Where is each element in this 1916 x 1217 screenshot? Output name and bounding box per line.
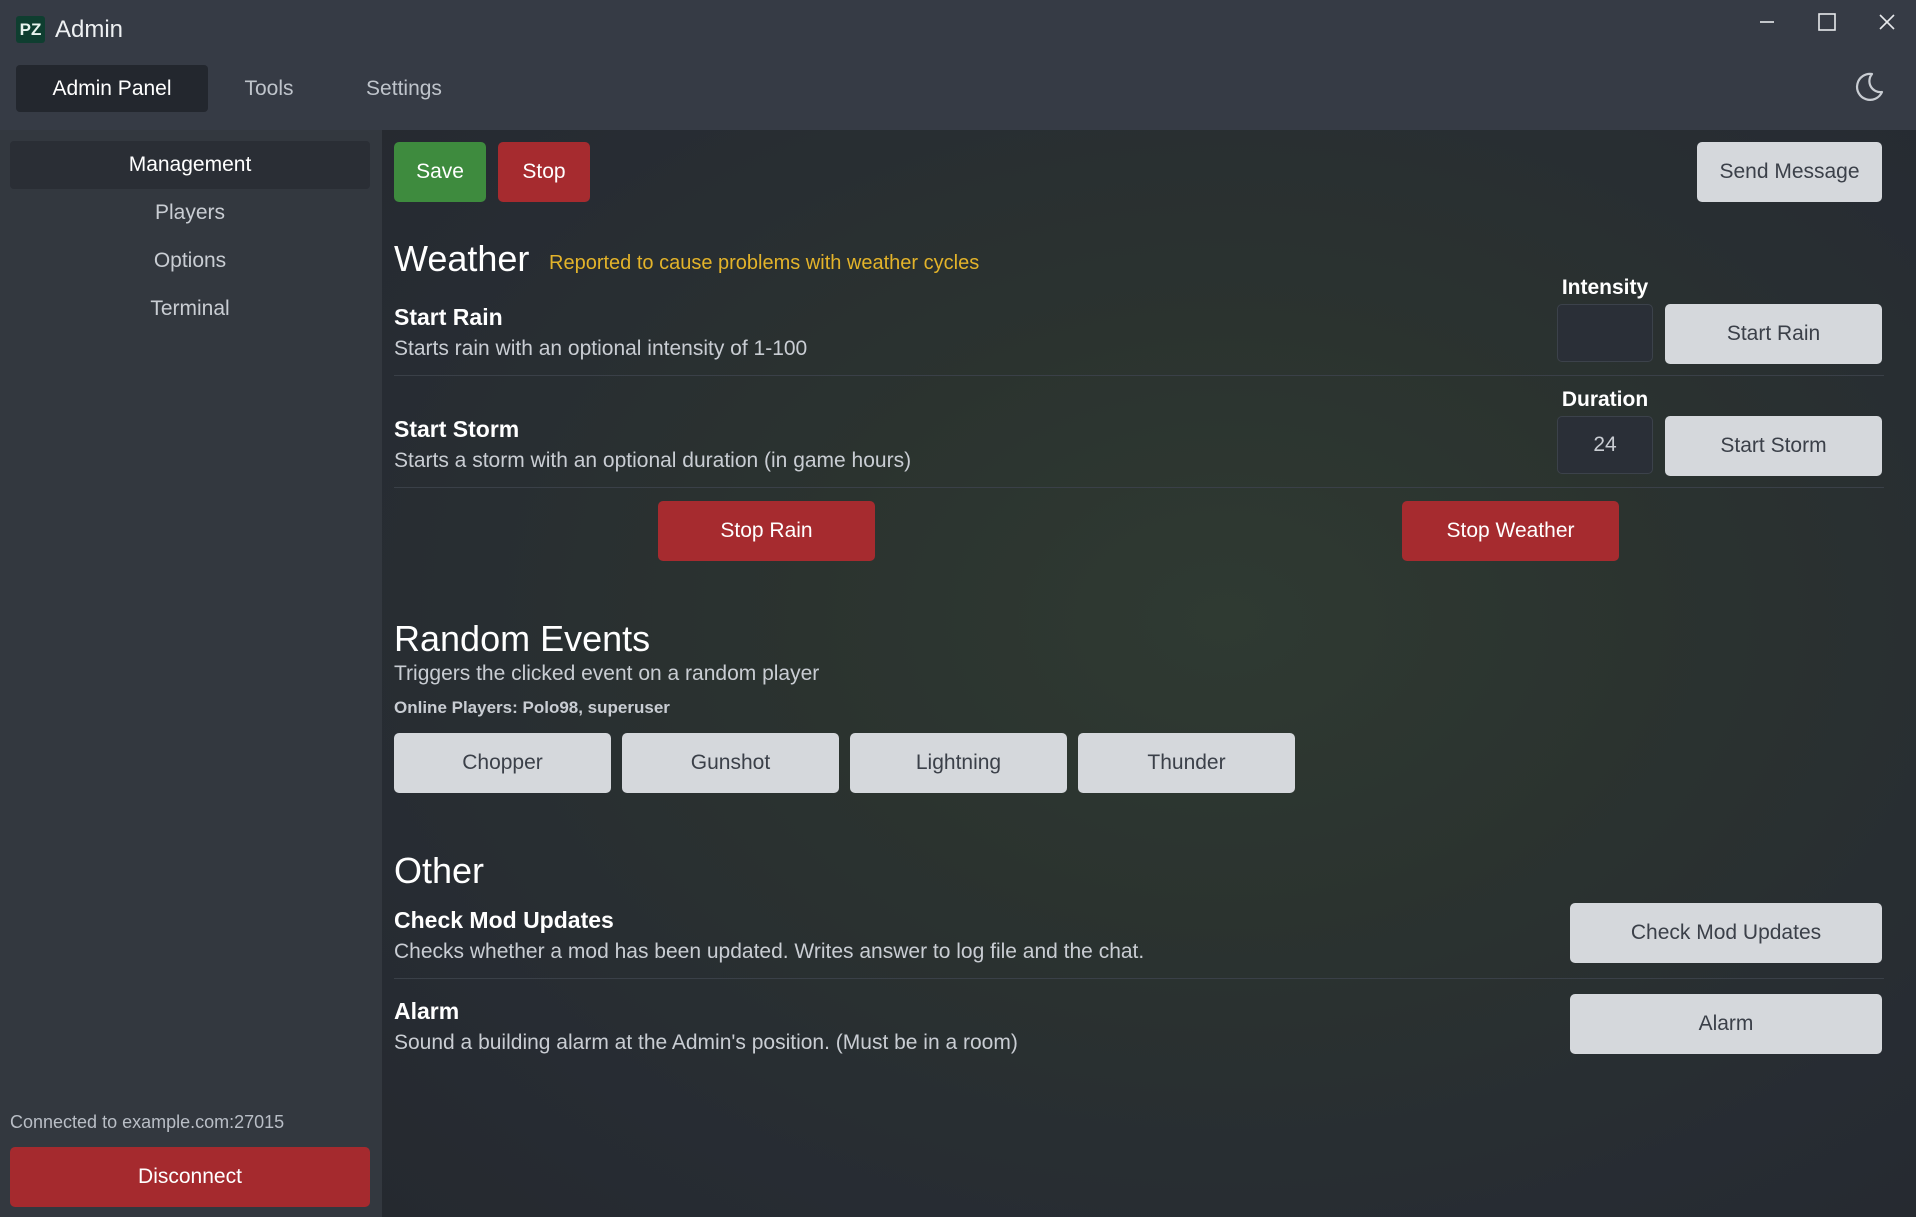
weather-warning: Reported to cause problems with weather … [549, 252, 980, 274]
intensity-label: Intensity [1561, 276, 1649, 299]
moon-icon [1855, 72, 1884, 101]
theme-toggle-button[interactable] [1852, 70, 1888, 106]
app-logo: PZ [16, 16, 45, 43]
online-players: Online Players: Polo98, superuser [394, 698, 670, 717]
tab-settings[interactable]: Settings [345, 65, 463, 112]
disconnect-button[interactable]: Disconnect [10, 1147, 370, 1207]
other-section-title: Other [394, 850, 485, 891]
start-rain-description: Starts rain with an optional intensity o… [394, 337, 808, 360]
divider [394, 375, 1884, 376]
stop-rain-button[interactable]: Stop Rain [658, 501, 875, 561]
random-events-description: Triggers the clicked event on a random p… [394, 662, 820, 685]
intensity-input[interactable] [1557, 304, 1653, 362]
maximize-icon [1818, 13, 1836, 31]
stop-weather-button[interactable]: Stop Weather [1402, 501, 1619, 561]
tab-tools[interactable]: Tools [220, 65, 318, 112]
title-bar: PZ Admin [0, 0, 1916, 60]
menu-bar: Admin Panel Tools Settings [0, 60, 1916, 130]
random-events-section-title: Random Events [394, 618, 651, 659]
sidebar: Management Players Options Terminal Conn… [0, 130, 382, 1217]
close-icon [1879, 14, 1895, 30]
connection-status: Connected to example.com:27015 [10, 1112, 285, 1132]
start-rain-title: Start Rain [394, 304, 503, 330]
duration-label: Duration [1561, 388, 1649, 411]
sidebar-item-options[interactable]: Options [10, 237, 370, 285]
sidebar-item-terminal[interactable]: Terminal [10, 285, 370, 333]
alarm-button[interactable]: Alarm [1570, 994, 1882, 1054]
main-panel: Save Stop Send Message Weather Reported … [382, 130, 1916, 1217]
save-button[interactable]: Save [394, 142, 486, 202]
start-storm-title: Start Storm [394, 416, 520, 442]
check-mod-updates-button[interactable]: Check Mod Updates [1570, 903, 1882, 963]
close-button[interactable] [1857, 0, 1916, 44]
duration-input[interactable] [1557, 416, 1653, 474]
start-storm-button[interactable]: Start Storm [1665, 416, 1882, 476]
maximize-button[interactable] [1797, 0, 1857, 44]
sidebar-item-management[interactable]: Management [10, 141, 370, 189]
check-mod-updates-description: Checks whether a mod has been updated. W… [394, 940, 1145, 963]
thunder-event-button[interactable]: Thunder [1078, 733, 1295, 793]
tab-admin-panel[interactable]: Admin Panel [16, 65, 208, 112]
chopper-event-button[interactable]: Chopper [394, 733, 611, 793]
minimize-button[interactable] [1737, 0, 1797, 44]
alarm-title: Alarm [394, 998, 460, 1024]
stop-button[interactable]: Stop [498, 142, 590, 202]
gunshot-event-button[interactable]: Gunshot [622, 733, 839, 793]
start-storm-description: Starts a storm with an optional duration… [394, 449, 912, 472]
divider [394, 978, 1884, 979]
check-mod-updates-title: Check Mod Updates [394, 907, 614, 933]
minimize-icon [1760, 21, 1774, 23]
app-title: Admin [55, 16, 124, 43]
start-rain-button[interactable]: Start Rain [1665, 304, 1882, 364]
sidebar-item-players[interactable]: Players [10, 189, 370, 237]
send-message-button[interactable]: Send Message [1697, 142, 1882, 202]
lightning-event-button[interactable]: Lightning [850, 733, 1067, 793]
weather-section-title: Weather [394, 238, 530, 279]
divider [394, 487, 1884, 488]
alarm-description: Sound a building alarm at the Admin's po… [394, 1031, 1018, 1054]
